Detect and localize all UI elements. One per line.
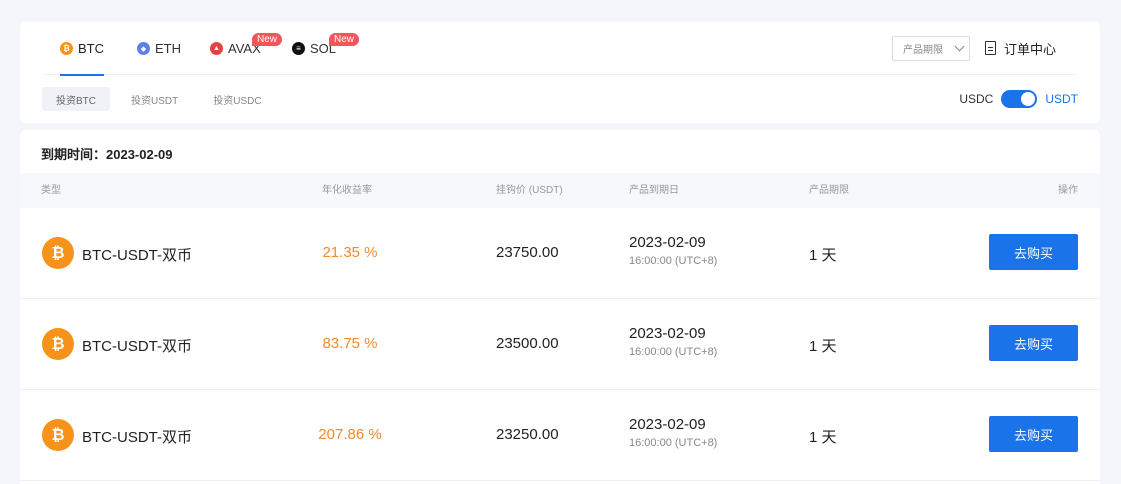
- period-select[interactable]: 产品期限: [892, 36, 970, 61]
- svg-text:₿: ₿: [51, 426, 64, 444]
- btc-icon: ₿: [60, 42, 73, 55]
- expiry-time: 16:00:00 (UTC+8): [629, 346, 718, 358]
- expiry-date: 2023-02-09: [629, 234, 706, 251]
- bitcoin-icon: ₿: [42, 328, 74, 360]
- buy-button[interactable]: 去购买: [989, 325, 1078, 361]
- currency-toggle-group: USDC USDT: [959, 89, 1078, 109]
- sol-icon: ≡: [292, 42, 305, 55]
- product-period: 1 天: [809, 338, 837, 355]
- tab-label: ETH: [155, 41, 181, 56]
- coin-tabs: ₿ BTC ◆ ETH ▲ AVAX New ≡ SOL New 产品期限 订单…: [42, 22, 1078, 76]
- svg-text:₿: ₿: [51, 244, 64, 262]
- eth-icon: ◆: [137, 42, 150, 55]
- buy-button[interactable]: 去购买: [989, 234, 1078, 270]
- strike-price: 23250.00: [496, 426, 559, 443]
- strike-price: 23500.00: [496, 335, 559, 352]
- buy-button[interactable]: 去购买: [989, 416, 1078, 452]
- new-badge: New: [329, 33, 360, 46]
- expiry-date: 2023-02-09: [629, 416, 706, 433]
- table-header: 类型 年化收益率 挂钩价 (USDT) 产品到期日 产品期限 操作: [20, 173, 1100, 208]
- tab-avax[interactable]: ▲ AVAX: [210, 22, 261, 75]
- annual-rate: 21.35 %: [322, 244, 378, 261]
- chevron-down-icon: [954, 41, 965, 52]
- toggle-label-usdc: USDC: [959, 92, 994, 106]
- tab-invest-btc[interactable]: 投资BTC: [42, 87, 110, 111]
- avax-icon: ▲: [210, 42, 223, 55]
- bitcoin-icon: ₿: [42, 237, 74, 269]
- period-select-label: 产品期限: [903, 45, 943, 56]
- col-strike-price: 挂钩价 (USDT): [496, 185, 563, 196]
- expiry-title: 到期时间：2023-02-09: [41, 147, 173, 162]
- tab-label: BTC: [78, 41, 104, 56]
- invest-tabs: 投资BTC 投资USDT 投资USDC: [42, 87, 283, 111]
- document-icon: [984, 41, 996, 55]
- tab-btc[interactable]: ₿ BTC: [60, 22, 104, 76]
- product-filter-card: ₿ BTC ◆ ETH ▲ AVAX New ≡ SOL New 产品期限 订单…: [20, 22, 1100, 123]
- table-row: ₿ BTC-USDT-双币 21.35 % 23750.00 2023-02-0…: [20, 208, 1100, 299]
- col-period: 产品期限: [809, 185, 849, 196]
- product-period: 1 天: [809, 429, 837, 446]
- pair-name: BTC-USDT-双币: [82, 338, 192, 355]
- tab-invest-usdc[interactable]: 投资USDC: [199, 87, 275, 111]
- expiry-time: 16:00:00 (UTC+8): [629, 255, 718, 267]
- pair-name: BTC-USDT-双币: [82, 429, 192, 446]
- toggle-label-usdt: USDT: [1045, 92, 1078, 106]
- tab-invest-usdt[interactable]: 投资USDT: [117, 87, 192, 111]
- tab-sol[interactable]: ≡ SOL: [292, 22, 336, 75]
- currency-toggle[interactable]: [1001, 90, 1038, 108]
- expiry-date: 2023-02-09: [629, 325, 706, 342]
- new-badge: New: [252, 33, 283, 46]
- annual-rate: 83.75 %: [322, 335, 378, 352]
- order-center-label: 订单中心: [1003, 41, 1056, 57]
- col-expiry-date: 产品到期日: [629, 185, 679, 196]
- expiry-time: 16:00:00 (UTC+8): [629, 437, 718, 449]
- col-type: 类型: [41, 185, 61, 196]
- table-row: ₿ BTC-USDT-双币 83.75 % 23500.00 2023-02-0…: [20, 299, 1100, 390]
- annual-rate: 207.86 %: [318, 426, 382, 443]
- order-center-link[interactable]: 订单中心: [984, 37, 1056, 59]
- tab-eth[interactable]: ◆ ETH: [137, 22, 181, 75]
- svg-text:₿: ₿: [51, 335, 64, 353]
- col-annual-rate: 年化收益率: [322, 185, 372, 196]
- product-list-card: 到期时间：2023-02-09 类型 年化收益率 挂钩价 (USDT) 产品到期…: [20, 130, 1100, 484]
- table-row: ₿ BTC-USDT-双币 207.86 % 23250.00 2023-02-…: [20, 390, 1100, 481]
- strike-price: 23750.00: [496, 244, 559, 261]
- product-period: 1 天: [809, 247, 837, 264]
- pair-name: BTC-USDT-双币: [82, 247, 192, 264]
- col-action: 操作: [1058, 185, 1078, 196]
- bitcoin-icon: ₿: [42, 419, 74, 451]
